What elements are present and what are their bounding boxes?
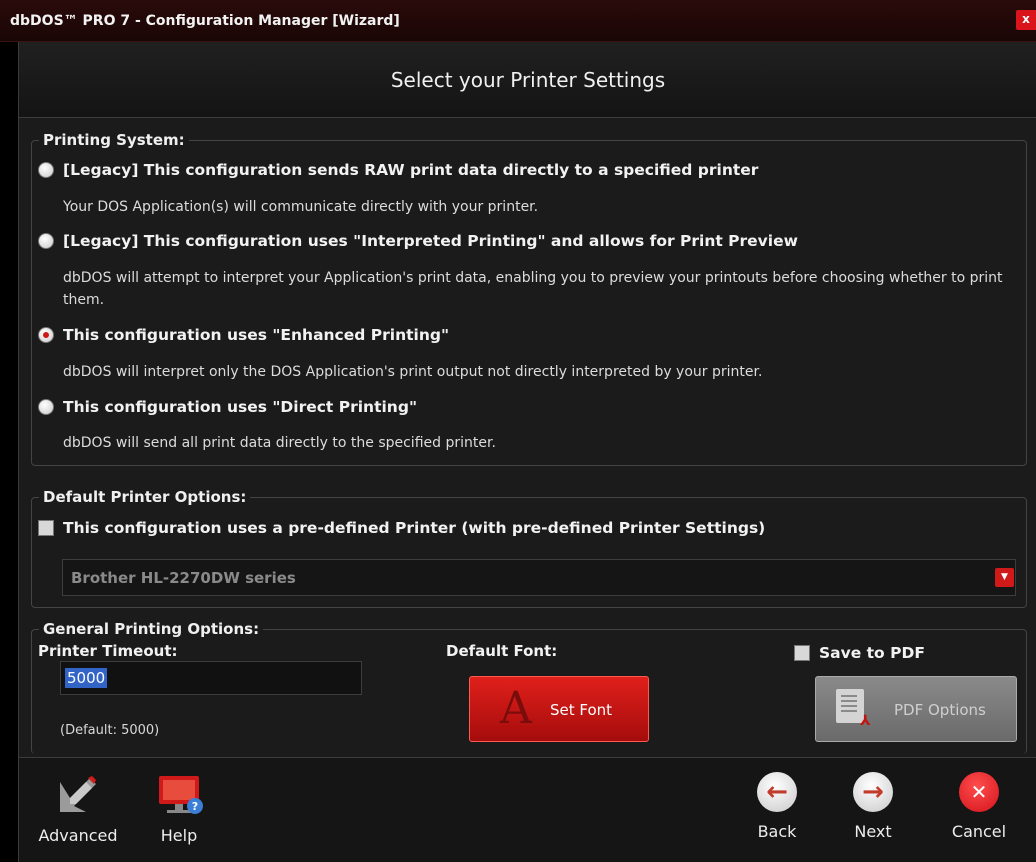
pdf-options-label: PDF Options: [894, 701, 986, 719]
next-button[interactable]: → Next: [833, 772, 913, 841]
option-interpreted-label: [Legacy] This configuration uses "Interp…: [63, 232, 798, 250]
default-printer-group: Default Printer Options: This configurat…: [31, 488, 1027, 608]
printing-system-group: Printing System: [Legacy] This configura…: [31, 131, 1027, 466]
back-button[interactable]: ← Back: [737, 772, 817, 841]
svg-text:?: ?: [192, 800, 198, 813]
save-to-pdf-checkbox[interactable]: [794, 645, 810, 661]
printer-select[interactable]: Brother HL-2270DW series ▼: [62, 559, 1016, 596]
window-title: dbDOS™ PRO 7 - Configuration Manager [Wi…: [10, 13, 400, 29]
set-font-label: Set Font: [550, 701, 613, 719]
pencil-icon: [56, 772, 100, 816]
option-raw-label: [Legacy] This configuration sends RAW pr…: [63, 161, 759, 179]
predefined-printer-label: This configuration uses a pre-defined Pr…: [63, 519, 766, 537]
option-direct-label: This configuration uses "Direct Printing…: [63, 398, 418, 416]
back-label: Back: [757, 822, 797, 841]
arrow-right-icon: →: [853, 772, 893, 812]
option-raw-printing[interactable]: [Legacy] This configuration sends RAW pr…: [38, 161, 758, 179]
option-enhanced-label: This configuration uses "Enhanced Printi…: [63, 326, 450, 344]
printer-timeout-input[interactable]: 5000: [60, 661, 362, 695]
default-font-label: Default Font:: [446, 642, 558, 660]
chevron-down-icon[interactable]: ▼: [995, 568, 1014, 587]
close-icon[interactable]: x: [1016, 10, 1036, 30]
printing-system-legend: Printing System:: [39, 131, 189, 149]
general-printing-legend: General Printing Options:: [39, 620, 264, 638]
title-bar: dbDOS™ PRO 7 - Configuration Manager [Wi…: [0, 0, 1036, 42]
help-label: Help: [160, 826, 198, 845]
predefined-printer-option[interactable]: This configuration uses a pre-defined Pr…: [38, 519, 765, 537]
pdf-icon: ⅄: [860, 713, 871, 729]
printer-select-value: Brother HL-2270DW series: [71, 569, 296, 587]
radio-direct[interactable]: [38, 399, 54, 415]
pdf-options-button[interactable]: ⅄ PDF Options: [815, 676, 1017, 742]
general-printing-group: General Printing Options: Printer Timeou…: [31, 620, 1027, 754]
footer-bar: Advanced ? Help ← Back → Next ✕ Cancel: [19, 757, 1036, 862]
option-direct-description: dbDOS will send all print data directly …: [63, 435, 496, 451]
printer-timeout-value: 5000: [65, 668, 108, 688]
close-circle-icon: ✕: [959, 772, 999, 812]
radio-raw[interactable]: [38, 162, 54, 178]
cancel-label: Cancel: [951, 822, 1007, 841]
advanced-label: Advanced: [38, 826, 118, 845]
printer-timeout-default: (Default: 5000): [60, 723, 160, 738]
default-printer-legend: Default Printer Options:: [39, 488, 251, 506]
wizard-window: Select your Printer Settings Printing Sy…: [18, 42, 1036, 862]
monitor-help-icon: ?: [157, 772, 203, 816]
option-interpreted-printing[interactable]: [Legacy] This configuration uses "Interp…: [38, 232, 798, 250]
set-font-button[interactable]: A Set Font: [469, 676, 649, 742]
option-interpreted-description: dbDOS will attempt to interpret your App…: [63, 270, 1003, 308]
arrow-left-icon: ←: [757, 772, 797, 812]
printer-timeout-label: Printer Timeout:: [38, 642, 178, 660]
cancel-button[interactable]: ✕ Cancel: [939, 772, 1019, 841]
help-button[interactable]: ? Help: [139, 772, 219, 845]
option-direct-printing[interactable]: This configuration uses "Direct Printing…: [38, 398, 417, 416]
option-enhanced-printing[interactable]: This configuration uses "Enhanced Printi…: [38, 326, 449, 344]
radio-interpreted[interactable]: [38, 233, 54, 249]
save-to-pdf-label: Save to PDF: [819, 644, 925, 662]
option-enhanced-description: dbDOS will interpret only the DOS Applic…: [63, 364, 763, 380]
advanced-button[interactable]: Advanced: [33, 772, 123, 845]
page-header: Select your Printer Settings: [19, 42, 1036, 118]
save-to-pdf-option[interactable]: Save to PDF: [794, 644, 925, 662]
next-label: Next: [854, 822, 892, 841]
predefined-printer-checkbox[interactable]: [38, 520, 54, 536]
radio-enhanced[interactable]: [38, 327, 54, 343]
option-raw-description: Your DOS Application(s) will communicate…: [63, 199, 539, 215]
font-icon: A: [500, 683, 532, 734]
page-title: Select your Printer Settings: [390, 68, 666, 92]
